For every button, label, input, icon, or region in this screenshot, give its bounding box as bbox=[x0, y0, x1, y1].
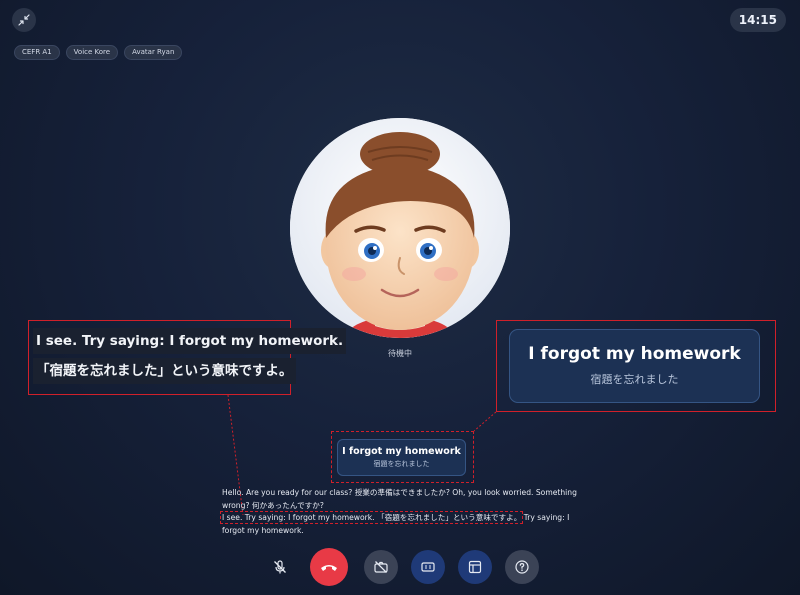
mute-button[interactable] bbox=[263, 550, 297, 584]
suggestion-card-zoomed: I forgot my homework 宿題を忘れました bbox=[509, 329, 760, 403]
help-button[interactable] bbox=[505, 550, 539, 584]
subtitle-zoom-callout: I see. Try saying: I forgot my homework.… bbox=[28, 320, 347, 395]
call-controls bbox=[0, 548, 800, 586]
avatar bbox=[290, 118, 510, 338]
suggestion-highlight: I forgot my homework 宿題を忘れました bbox=[331, 431, 474, 483]
suggestion-card[interactable]: I forgot my homework 宿題を忘れました bbox=[337, 439, 466, 476]
suggestion-zoom-callout: I forgot my homework 宿題を忘れました bbox=[496, 320, 776, 412]
suggestion-japanese-zoomed: 宿題を忘れました bbox=[590, 373, 679, 386]
captions-icon bbox=[421, 562, 435, 572]
help-icon bbox=[515, 560, 529, 574]
tutor-avatar-illustration bbox=[290, 118, 510, 338]
camera-off-icon bbox=[374, 561, 388, 573]
collapse-arrows-icon bbox=[18, 14, 30, 26]
suggestion-japanese: 宿題を忘れました bbox=[373, 460, 430, 468]
camera-toggle-button[interactable] bbox=[364, 550, 398, 584]
tag-voice: Voice Kore bbox=[65, 45, 119, 60]
clock: 14:15 bbox=[729, 8, 786, 32]
avatar-status: 待機中 bbox=[388, 349, 412, 358]
captions-button[interactable] bbox=[411, 550, 445, 584]
session-tags: CEFR A1 Voice Kore Avatar Ryan bbox=[14, 45, 183, 60]
exit-fullscreen-button[interactable] bbox=[12, 8, 36, 32]
subtitle-line-japanese: 「宿題を忘れました」という意味ですよ。 bbox=[33, 358, 296, 384]
suggestion-english: I forgot my homework bbox=[342, 446, 461, 457]
phone-hangup-icon bbox=[321, 565, 337, 571]
layout-button[interactable] bbox=[458, 550, 492, 584]
tag-level: CEFR A1 bbox=[14, 45, 60, 60]
suggestion-english-zoomed: I forgot my homework bbox=[528, 344, 741, 364]
transcript-line: I see. Try saying: I forgot my homework.… bbox=[219, 511, 582, 537]
hang-up-button[interactable] bbox=[310, 548, 348, 586]
transcript-highlight: I see. Try saying: I forgot my homework.… bbox=[219, 511, 524, 524]
layout-icon bbox=[468, 560, 482, 574]
tag-avatar: Avatar Ryan bbox=[124, 45, 183, 60]
subtitle-line-english: I see. Try saying: I forgot my homework. bbox=[33, 328, 347, 354]
mic-off-icon bbox=[274, 560, 286, 574]
conversation-transcript: Hello. Are you ready for our class? 授業の準… bbox=[219, 487, 582, 537]
transcript-line: Hello. Are you ready for our class? 授業の準… bbox=[222, 488, 577, 510]
